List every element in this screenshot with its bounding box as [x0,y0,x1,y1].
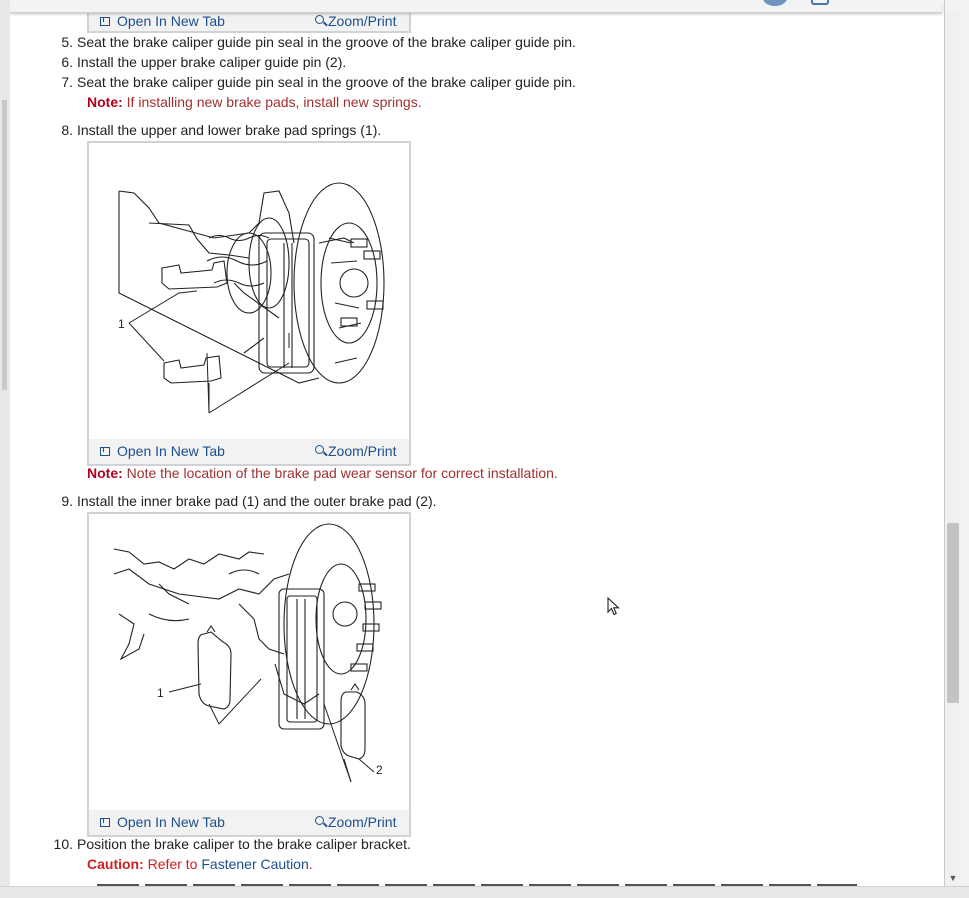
figure-0-zoom-print[interactable]: Zoom/Print [315,13,396,29]
note-new-springs: Note: If installing new brake pads, inst… [87,94,422,110]
caution-fastener: Caution: Refer to Fastener Caution. [87,856,313,872]
open-in-new-tab-icon [100,16,110,26]
service-procedure-page: Open In New Tab Zoom/Print 5. Seat the br… [10,0,944,886]
scrollbar-track[interactable] [945,12,961,886]
left-scrollbar-thumb[interactable] [2,100,7,390]
top-toolbar [10,0,942,13]
figure-brake-pad-springs: 1 Open In New Tab Zoom/Print [87,141,411,466]
figure-1-zoom-print[interactable]: Zoom/Print [315,443,396,459]
open-in-new-tab-icon [100,446,110,456]
scrollbar-thumb[interactable] [947,523,959,703]
step-9: 9. Install the inner brake pad (1) and th… [61,493,437,509]
bottom-scrollbar[interactable] [0,886,969,898]
figure-2-callout-1: 1 [157,686,164,700]
step-8: 8. Install the upper and lower brake pad … [61,122,382,138]
step-5: 5. Seat the brake caliper guide pin seal … [61,34,576,50]
zoom-icon [315,444,324,454]
fastener-caution-link[interactable]: Fastener Caution [201,856,308,872]
open-in-new-tab-icon [100,817,110,827]
figure-1-callout-1: 1 [118,317,125,331]
brake-pad-springs-illustration: 1 [118,182,385,414]
figure-1-actions: Open In New Tab Zoom/Print [89,439,409,464]
figure-0-open-in-new-tab[interactable]: Open In New Tab [100,13,225,29]
step-7: 7. Seat the brake caliper guide pin seal … [61,74,576,90]
figure-brake-pads: 1 2 Open In New Tab Zoom/Print [87,512,411,837]
figure-2-actions: Open In New Tab Zoom/Print [89,810,409,835]
user-avatar-icon[interactable] [762,0,788,6]
step-6: 6. Install the upper brake caliper guide … [61,54,347,70]
figure-2-open-in-new-tab[interactable]: Open In New Tab [100,814,225,830]
toolbar-icon[interactable] [811,0,829,5]
figure-2-callout-2: 2 [376,763,383,777]
step-10: 10. Position the brake caliper to the bra… [53,836,411,852]
zoom-icon [315,815,324,825]
figure-2-zoom-print[interactable]: Zoom/Print [315,814,396,830]
note-wear-sensor: Note: Note the location of the brake pad… [87,465,558,481]
figure-1-open-in-new-tab[interactable]: Open In New Tab [100,443,225,459]
scroll-down-arrow-icon[interactable]: ▼ [947,872,959,884]
mouse-pointer-icon [607,597,620,616]
zoom-icon [315,14,324,24]
brake-pads-illustration: 1 2 [113,523,383,783]
